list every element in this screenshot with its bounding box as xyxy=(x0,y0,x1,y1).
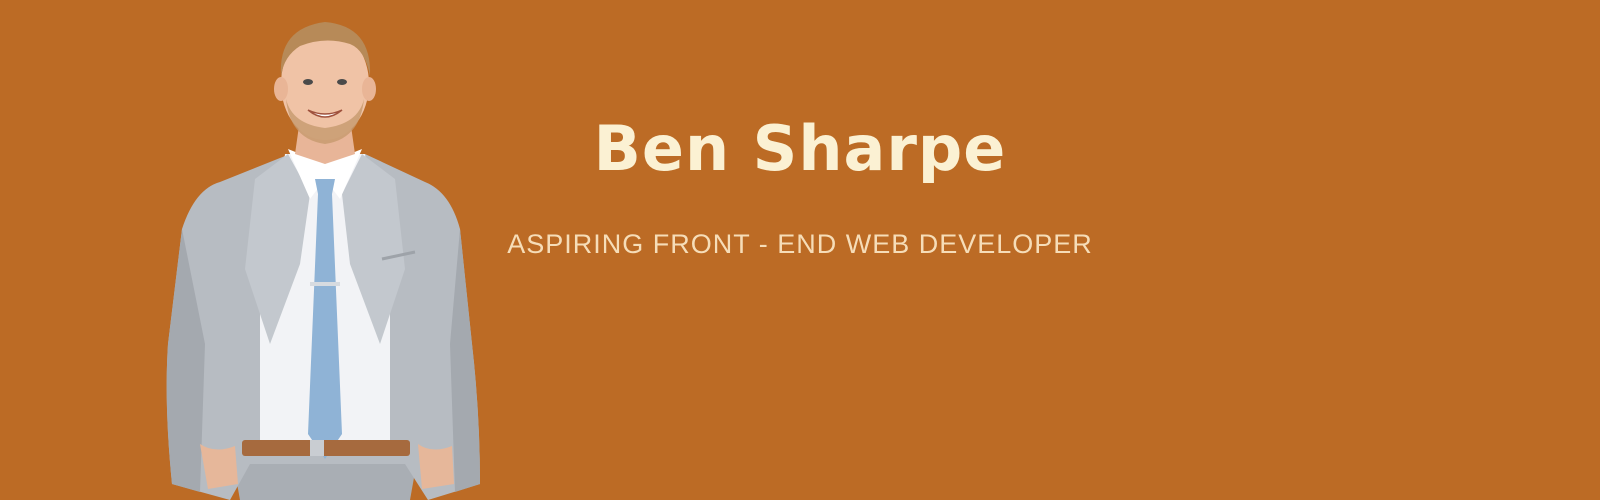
hero-name: Ben Sharpe xyxy=(593,112,1007,185)
hero-banner: Ben Sharpe ASPIRING FRONT - END WEB DEVE… xyxy=(0,0,1600,500)
hero-tagline: ASPIRING FRONT - END WEB DEVELOPER xyxy=(507,229,1093,259)
